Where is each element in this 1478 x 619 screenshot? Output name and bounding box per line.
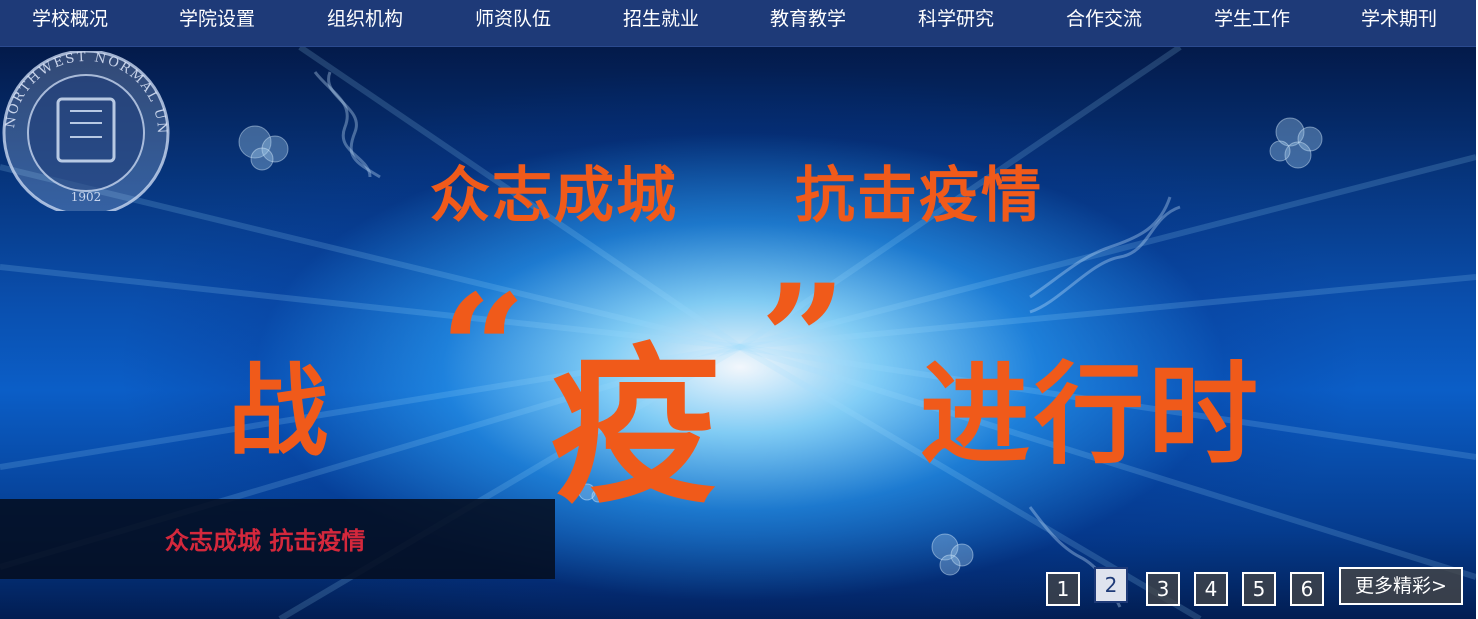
nav-item-colleges[interactable]: 学院设置 (179, 0, 255, 40)
headline-quote-open: “ (440, 262, 527, 438)
nav-item-admissions[interactable]: 招生就业 (623, 0, 699, 40)
university-seal-icon: NORTHWEST NORMAL UNIVERSITY 1902 (0, 51, 170, 211)
slide-pager-3[interactable]: 3 (1146, 572, 1180, 606)
headline-top-left: 众志成城 (430, 161, 678, 231)
main-nav: 学校概况 学院设置 组织机构 师资队伍 招生就业 教育教学 科学研究 合作交流 … (0, 0, 1476, 47)
slide-pager-4[interactable]: 4 (1194, 572, 1228, 606)
slide-pager-6[interactable]: 6 (1290, 572, 1324, 606)
nav-item-journals[interactable]: 学术期刊 (1361, 0, 1437, 40)
slide-pager-2[interactable]: 2 (1094, 567, 1128, 603)
slide-caption-link[interactable]: 众志成城 抗击疫情 (165, 521, 365, 556)
seal-year: 1902 (71, 190, 102, 204)
hero-banner[interactable]: NORTHWEST NORMAL UNIVERSITY 1902 众志成城 抗击… (0, 47, 1476, 619)
headline-main-left: 战 (228, 353, 328, 470)
headline-main-right: 进行时 (920, 351, 1262, 479)
slide-pager-5[interactable]: 5 (1242, 572, 1276, 606)
nav-item-faculty[interactable]: 师资队伍 (475, 0, 551, 40)
nav-item-research[interactable]: 科学研究 (918, 0, 994, 40)
more-highlights-button[interactable]: 更多精彩> (1339, 567, 1463, 605)
nav-item-student-affairs[interactable]: 学生工作 (1214, 0, 1290, 40)
nav-item-education[interactable]: 教育教学 (770, 0, 846, 40)
nav-item-organization[interactable]: 组织机构 (327, 0, 403, 40)
nav-item-cooperation[interactable]: 合作交流 (1066, 0, 1142, 40)
headline-top-right: 抗击疫情 (795, 161, 1043, 231)
slide-caption-box: 众志成城 抗击疫情 (0, 499, 555, 579)
headline-main-center: 疫 (550, 329, 721, 527)
headline-quote-close: ” (760, 252, 847, 428)
main-nav-list: 学校概况 学院设置 组织机构 师资队伍 招生就业 教育教学 科学研究 合作交流 … (0, 0, 1476, 46)
slide-pager-1[interactable]: 1 (1046, 572, 1080, 606)
nav-item-school-overview[interactable]: 学校概况 (32, 0, 108, 40)
